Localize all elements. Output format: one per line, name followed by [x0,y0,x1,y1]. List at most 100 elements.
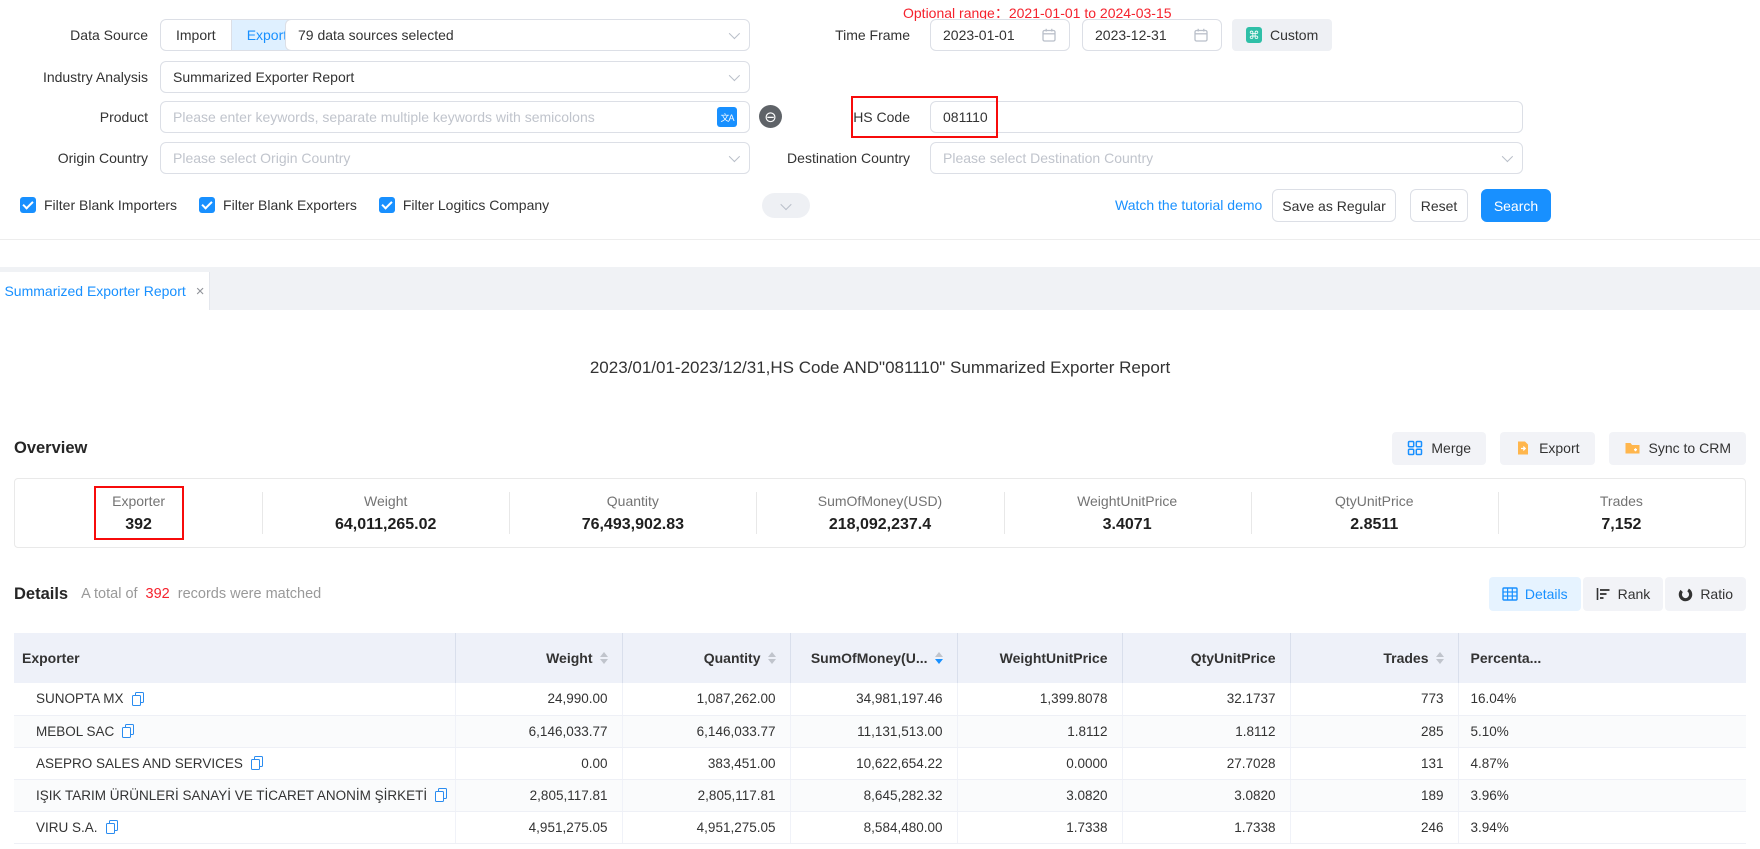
table-row: VIRU S.A. 4,951,275.05 4,951,275.05 8,58… [14,811,1746,843]
exporter-cell: MEBOL SAC [14,715,455,747]
overview-stats-card: Exporter 392 Weight 64,011,265.02 Quanti… [14,478,1746,548]
summary-prefix: A total of [81,586,137,602]
copy-icon[interactable] [435,788,447,802]
quantity-cell: 2,805,117.81 [622,779,790,811]
stat-label: SumOfMoney(USD) [818,493,942,509]
sort-icon-active-desc[interactable] [935,652,943,664]
time-frame-label: Time Frame [750,19,920,51]
col-header-quantity[interactable]: Quantity [622,633,790,683]
table-row: MEBOL SAC 6,146,033.77 6,146,033.77 11,1… [14,715,1746,747]
custom-icon [1246,27,1262,43]
sync-to-crm-button-label: Sync to CRM [1649,440,1731,456]
exporter-cell: ASEPRO SALES AND SERVICES [14,747,455,779]
col-header-trades[interactable]: Trades [1290,633,1458,683]
reset-button[interactable]: Reset [1410,189,1468,222]
start-date-input[interactable]: 2023-01-01 [930,19,1070,51]
trades-cell: 189 [1290,779,1458,811]
col-header-weight-unit-price: WeightUnitPrice [957,633,1122,683]
weight-cell: 6,146,033.77 [455,715,622,747]
weight-unit-price-cell: 0.0000 [957,747,1122,779]
collapse-filters-button[interactable] [762,193,810,218]
percentage-cell: 5.10% [1458,715,1746,747]
chevron-down-icon [729,28,740,39]
product-label: Product [0,101,148,133]
view-switcher: Details Rank Ratio [1489,577,1746,611]
tutorial-demo-link[interactable]: Watch the tutorial demo [1115,189,1262,222]
col-header-sum-of-money[interactable]: SumOfMoney(U... [790,633,957,683]
start-date-value: 2023-01-01 [943,27,1033,43]
trades-cell: 773 [1290,683,1458,715]
data-source-select[interactable]: 79 data sources selected [285,19,750,51]
summary-count: 392 [143,586,173,602]
copy-icon[interactable] [132,692,144,706]
product-input[interactable] [173,109,717,125]
synonym-icon[interactable] [759,105,782,128]
table-row: ASEPRO SALES AND SERVICES 0.00 383,451.0… [14,747,1746,779]
weight-cell: 4,951,275.05 [455,811,622,843]
details-view-label: Details [1525,586,1568,602]
close-icon[interactable] [196,284,205,299]
stat-label: WeightUnitPrice [1077,493,1177,509]
details-summary: A total of 392 records were matched [81,586,321,602]
calendar-icon[interactable] [1193,27,1209,43]
save-as-regular-button[interactable]: Save as Regular [1272,189,1396,222]
import-toggle[interactable]: Import [161,20,232,50]
sort-icon[interactable] [600,652,608,664]
data-source-toggle: Import Export [160,19,303,51]
overview-toolbar: Merge Export Sync to CRM [1392,432,1746,465]
copy-icon[interactable] [251,756,263,770]
rank-view-button[interactable]: Rank [1583,577,1664,611]
stat-value: 7,152 [1601,516,1641,534]
copy-icon[interactable] [106,820,118,834]
checkbox-checked-icon [379,197,395,213]
data-source-label: Data Source [0,19,148,51]
checkbox-checked-icon [199,197,215,213]
filter-logitics-company-checkbox[interactable]: Filter Logitics Company [379,197,549,213]
stat-label: QtyUnitPrice [1335,493,1414,509]
details-table: Exporter Weight Quantity SumOfMoney(U...… [14,633,1746,844]
stat-qty-unit-price: QtyUnitPrice 2.8511 [1251,479,1498,547]
chevron-down-icon [1502,151,1513,162]
origin-country-select[interactable]: Please select Origin Country [160,142,750,174]
custom-button-label: Custom [1270,27,1318,43]
custom-range-button[interactable]: Custom [1232,19,1332,51]
ratio-donut-icon [1678,587,1693,602]
filter-checkbox-row: Filter Blank Importers Filter Blank Expo… [20,197,549,213]
trades-cell: 246 [1290,811,1458,843]
sync-to-crm-button[interactable]: Sync to CRM [1609,432,1746,465]
translate-icon[interactable] [717,107,737,127]
destination-country-select[interactable]: Please select Destination Country [930,142,1523,174]
filter-blank-importers-checkbox[interactable]: Filter Blank Importers [20,197,177,213]
ratio-view-button[interactable]: Ratio [1665,577,1746,611]
merge-button[interactable]: Merge [1392,432,1486,465]
qty-unit-price-cell: 3.0820 [1122,779,1290,811]
hs-code-input[interactable] [943,109,1510,125]
exporter-name: ASEPRO SALES AND SERVICES [36,756,243,771]
stat-label: Weight [364,493,407,509]
copy-icon[interactable] [122,724,134,738]
tab-summarized-exporter-report[interactable]: Summarized Exporter Report [0,272,210,310]
merge-grid-icon [1407,440,1423,456]
filter-blank-exporters-checkbox[interactable]: Filter Blank Exporters [199,197,357,213]
industry-analysis-select[interactable]: Summarized Exporter Report [160,61,750,93]
details-view-button[interactable]: Details [1489,577,1581,611]
weight-cell: 0.00 [455,747,622,779]
sort-icon[interactable] [1436,652,1444,664]
chevron-down-icon [729,151,740,162]
merge-button-label: Merge [1431,440,1471,456]
search-button[interactable]: Search [1481,189,1551,222]
stat-value: 218,092,237.4 [829,516,931,534]
trades-cell: 131 [1290,747,1458,779]
stat-exporter: Exporter 392 [15,479,262,547]
col-header-weight[interactable]: Weight [455,633,622,683]
details-heading: Details [14,585,68,604]
quantity-cell: 1,087,262.00 [622,683,790,715]
trades-cell: 285 [1290,715,1458,747]
sort-icon[interactable] [768,652,776,664]
end-date-input[interactable]: 2023-12-31 [1082,19,1222,51]
export-button-label: Export [1539,440,1579,456]
percentage-cell: 3.94% [1458,811,1746,843]
export-button[interactable]: Export [1500,432,1594,465]
calendar-icon[interactable] [1041,27,1057,43]
exporter-name: VIRU S.A. [36,820,98,835]
